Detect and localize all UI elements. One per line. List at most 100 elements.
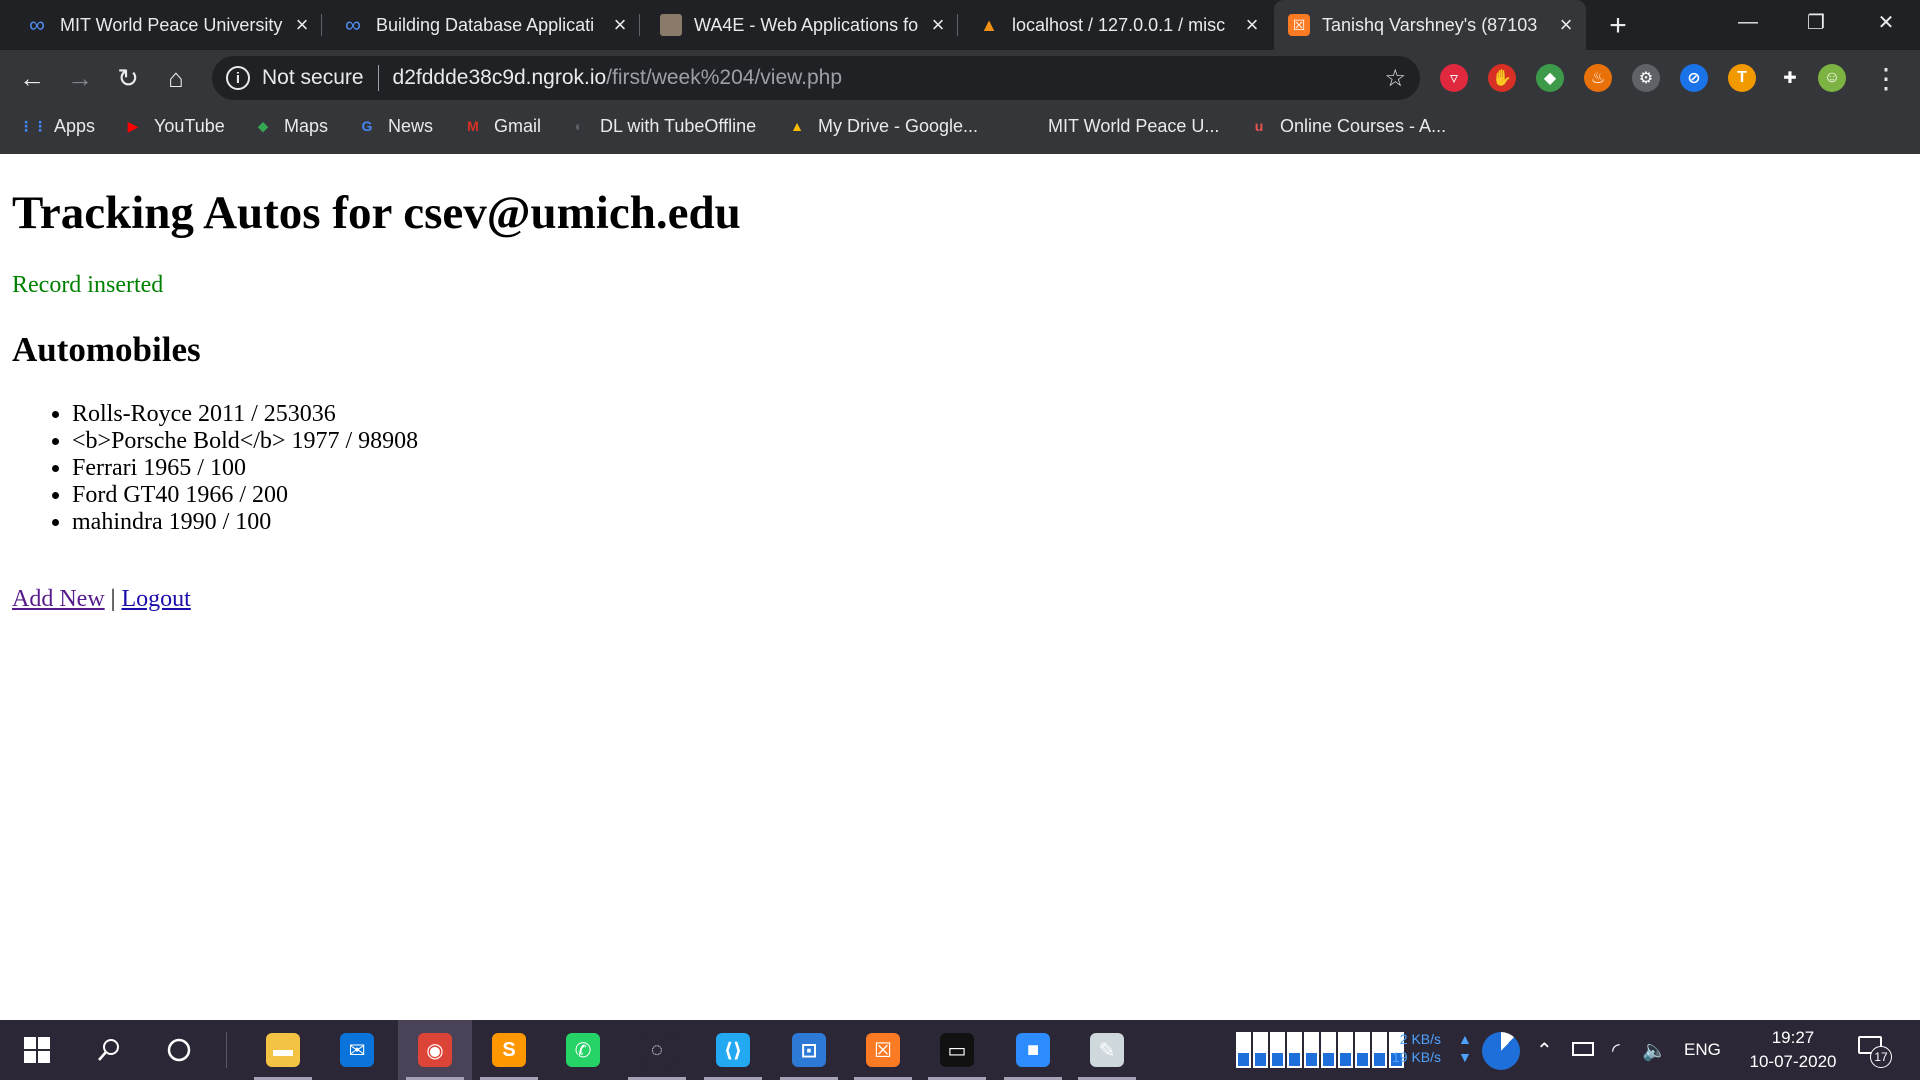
close-tab-icon[interactable]: × xyxy=(288,11,316,39)
close-tab-icon[interactable]: × xyxy=(1552,11,1580,39)
add-new-link[interactable]: Add New xyxy=(12,586,105,612)
bookmark-label: Gmail xyxy=(494,115,542,136)
clock-time: 19:27 xyxy=(1771,1028,1815,1047)
bookmark-label: DL with TubeOffline xyxy=(600,115,757,136)
vscode-icon: ⟨⟩ xyxy=(716,1033,750,1067)
taskbar-file-explorer-button[interactable]: ▬ xyxy=(246,1020,320,1080)
bookmark-infinity[interactable]: ∞ MIT World Peace U... xyxy=(1016,106,1219,146)
terminal-icon: ▭ xyxy=(940,1033,974,1067)
gear-icon[interactable]: ⚙ xyxy=(1632,64,1660,92)
taskbar-whatsapp-button[interactable]: ✆ xyxy=(546,1020,620,1080)
fire-icon[interactable]: ♨ xyxy=(1584,64,1612,92)
tab-separator xyxy=(957,14,958,36)
t-extension-icon[interactable]: T xyxy=(1728,64,1756,92)
taskbar-chrome-button[interactable]: ◉ xyxy=(398,1020,472,1080)
chrome-menu-button[interactable]: ⋮ xyxy=(1866,58,1906,98)
cortana-circle-icon xyxy=(167,1038,191,1062)
infinity-icon: ∞ xyxy=(29,12,45,37)
bookmark-udemy[interactable]: u Online Courses - A... xyxy=(1248,106,1446,146)
gmail-icon: M xyxy=(467,118,479,134)
taskbar-spinner-app-button[interactable]: ◌ xyxy=(620,1020,694,1080)
wifi-icon[interactable]: ◜ xyxy=(1612,1038,1620,1063)
start-button[interactable] xyxy=(0,1020,74,1080)
home-button[interactable]: ⌂ xyxy=(156,58,196,98)
taskbar-xampp-control-button[interactable]: ⊡ xyxy=(772,1020,846,1080)
extension-green-icon[interactable]: ◆ xyxy=(1536,64,1564,92)
tab-strip: ∞ MIT World Peace University × ∞ Buildin… xyxy=(0,0,1920,50)
pocket-icon[interactable]: ▿ xyxy=(1440,64,1468,92)
bookmark-news[interactable]: G News xyxy=(356,106,433,146)
network-speed: 2 KB/s 19 KB/s xyxy=(1392,1030,1441,1066)
bookmark-globe[interactable]: ◐ DL with TubeOffline xyxy=(568,106,756,146)
bookmark-gmail[interactable]: M Gmail xyxy=(462,106,541,146)
bookmark-apps-grid[interactable]: ⋮⋮ Apps xyxy=(19,106,96,146)
taskbar-mail-button[interactable]: ✉ xyxy=(320,1020,394,1080)
close-window-button[interactable]: ✕ xyxy=(1858,0,1914,44)
list-item: Rolls-Royce 2011 / 253036 xyxy=(72,401,418,428)
new-tab-button[interactable]: + xyxy=(1600,8,1636,44)
tab-title: Building Database Applicati xyxy=(376,14,595,35)
reload-button[interactable]: ↻ xyxy=(108,58,148,98)
restore-button[interactable]: ❐ xyxy=(1788,0,1844,44)
drive-icon: ▲ xyxy=(790,118,804,134)
taskbar-terminal-button[interactable]: ▭ xyxy=(920,1020,994,1080)
clock[interactable]: 19:27 10-07-2020 xyxy=(1748,1028,1838,1072)
notification-count-badge: 17 xyxy=(1870,1046,1892,1068)
url-host[interactable]: d2fddde38c9d.ngrok.io xyxy=(393,66,607,90)
url-path[interactable]: /first/week%204/view.php xyxy=(606,66,842,90)
search-button[interactable] xyxy=(72,1020,146,1080)
close-tab-icon[interactable]: × xyxy=(606,11,634,39)
notification-center-button[interactable]: 17 xyxy=(1856,1032,1892,1068)
language-indicator[interactable]: ENG xyxy=(1684,1040,1721,1060)
tab-title: localhost / 127.0.0.1 / misc xyxy=(1012,14,1226,35)
taskbar-vscode-button[interactable]: ⟨⟩ xyxy=(696,1020,770,1080)
taskbar-xampp-button[interactable]: ☒ xyxy=(846,1020,920,1080)
puzzle-icon[interactable]: ✚ xyxy=(1776,64,1804,92)
apps-grid-icon: ⋮⋮ xyxy=(19,117,47,134)
paint-icon: ✎ xyxy=(1090,1033,1124,1067)
tab-mit-world-peace[interactable]: ∞ MIT World Peace University × xyxy=(12,0,322,50)
volume-icon[interactable]: 🔈 xyxy=(1642,1038,1667,1063)
xampp-icon: ☒ xyxy=(866,1033,900,1067)
close-tab-icon[interactable]: × xyxy=(924,11,952,39)
bookmark-star-icon[interactable]: ☆ xyxy=(1384,64,1406,93)
bookmark-label: MIT World Peace U... xyxy=(1048,115,1220,136)
bookmark-label: YouTube xyxy=(154,115,225,136)
tab-separator xyxy=(639,14,640,36)
tab-tanishq-varshney[interactable]: ☒ Tanishq Varshney's (87103 × xyxy=(1274,0,1586,50)
page-title: Tracking Autos for csev@umich.edu xyxy=(12,187,741,239)
tab-wa4e[interactable]: WA4E - Web Applications fo × xyxy=(646,0,958,50)
chrome-icon: ◉ xyxy=(418,1033,452,1067)
info-icon[interactable]: i xyxy=(226,66,250,90)
taskbar-sublime-text-button[interactable]: S xyxy=(472,1020,546,1080)
tab-localhost-phpmyadmin[interactable]: ▲ localhost / 127.0.0.1 / misc × xyxy=(964,0,1272,50)
shield-icon[interactable]: ✋ xyxy=(1488,64,1516,92)
cortana-button[interactable] xyxy=(142,1020,216,1080)
battery-icon[interactable] xyxy=(1572,1042,1594,1056)
address-bar[interactable]: i Not secure d2fddde38c9d.ngrok.io /firs… xyxy=(212,56,1420,100)
list-item: <b>Porsche Bold</b> 1977 / 98908 xyxy=(72,428,418,455)
minimize-button[interactable]: — xyxy=(1720,0,1776,44)
block-icon[interactable]: ⊘ xyxy=(1680,64,1708,92)
bookmarks-bar: ⋮⋮ Apps ▶ YouTube ⬥ Maps G News M Gmail ◐ DL with T… xyxy=(0,106,1920,154)
show-hidden-icons-chevron-icon[interactable]: ⌃ xyxy=(1536,1038,1553,1063)
profile-avatar-icon[interactable]: ☺ xyxy=(1818,64,1846,92)
bookmark-youtube[interactable]: ▶ YouTube xyxy=(122,106,225,146)
close-tab-icon[interactable]: × xyxy=(1238,11,1266,39)
back-button[interactable]: ← xyxy=(12,58,52,98)
network-arrows-icon: ▲ ▼ xyxy=(1458,1031,1472,1065)
address-divider xyxy=(377,65,379,91)
taskbar-paint-button[interactable]: ✎ xyxy=(1070,1020,1144,1080)
xampp-control-icon: ⊡ xyxy=(792,1033,826,1067)
bookmark-drive[interactable]: ▲ My Drive - Google... xyxy=(786,106,978,146)
bookmark-label: My Drive - Google... xyxy=(818,115,979,136)
security-label[interactable]: Not secure xyxy=(262,66,364,90)
bookmark-label: Apps xyxy=(54,115,96,136)
bookmark-maps[interactable]: ⬥ Maps xyxy=(252,106,328,146)
windows-logo-icon xyxy=(24,1037,50,1063)
tab-building-database[interactable]: ∞ Building Database Applicati × xyxy=(328,0,640,50)
logout-link[interactable]: Logout xyxy=(121,586,190,612)
mail-icon: ✉ xyxy=(340,1033,374,1067)
forward-button[interactable]: → xyxy=(60,58,100,98)
taskbar-zoom-button[interactable]: ■ xyxy=(996,1020,1070,1080)
